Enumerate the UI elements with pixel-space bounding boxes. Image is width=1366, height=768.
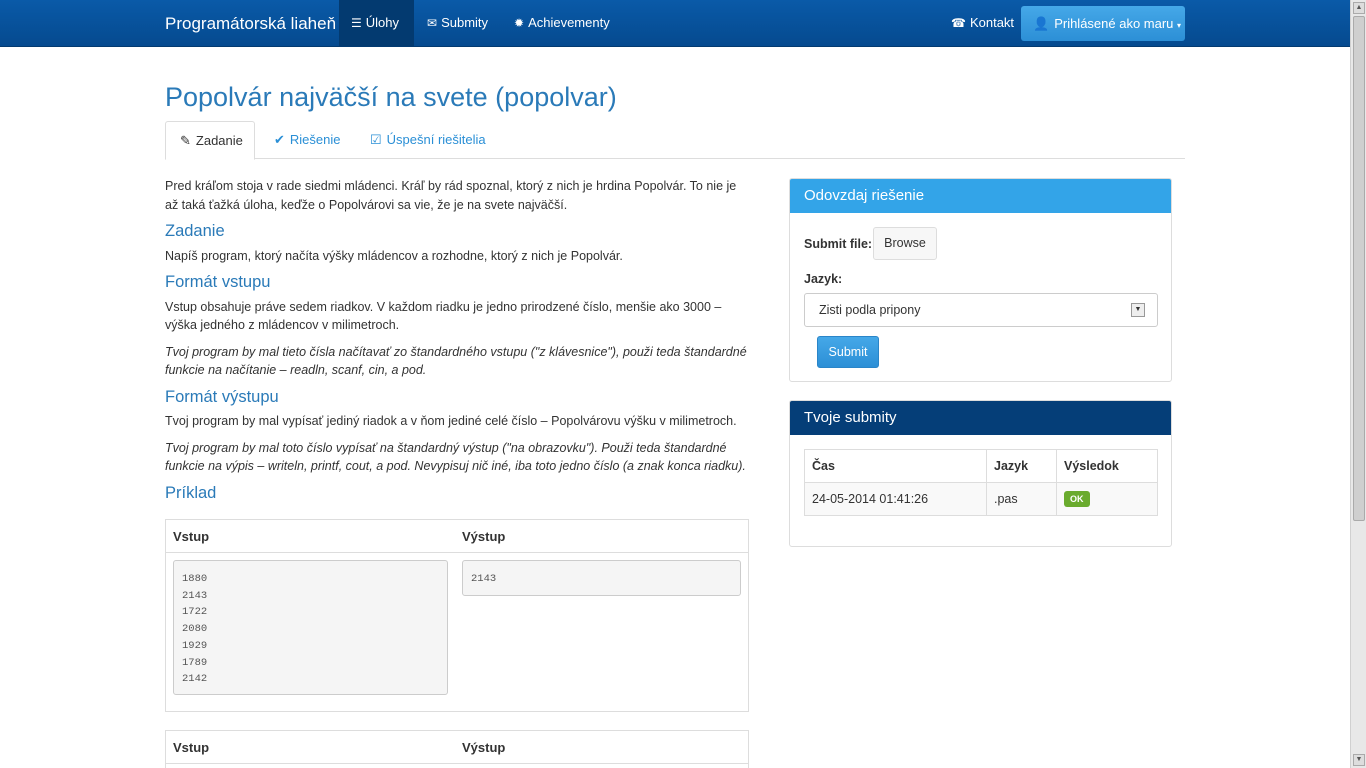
nav-item-achievementy[interactable]: ✹ Achievementy (514, 0, 610, 46)
vstup-text: Vstup obsahuje práve sedem riadkov. V ka… (165, 299, 722, 333)
language-label: Jazyk: (804, 272, 843, 286)
zadanie-text: Napíš program, ktorý načíta výšky mláden… (165, 248, 623, 263)
col-vstup: Vstup (173, 740, 210, 755)
scroll-down-arrow-icon[interactable]: ▼ (1353, 754, 1365, 766)
submissions-table: Čas Jazyk Výsledok 24-05-2014 01:41:26 .… (804, 449, 1158, 516)
col-vstup: Vstup (173, 529, 210, 544)
col-vysledok: Výsledok (1056, 449, 1158, 483)
submission-time: 24-05-2014 01:41:26 (804, 482, 987, 516)
example-output: 2143 (462, 560, 741, 596)
scrollbar-thumb[interactable] (1353, 16, 1365, 521)
brand-link[interactable]: Programátorská liaheň (165, 14, 336, 34)
vstup-note: Tvoj program by mal tieto čísla načítava… (165, 344, 747, 378)
example-table-2: Vstup Výstup (165, 730, 749, 768)
submissions-panel: Tvoje submity Čas Jazyk Výsledok 24-05-2… (789, 400, 1172, 547)
check-icon: ✔ (274, 132, 285, 147)
col-cas: Čas (804, 449, 987, 483)
dropdown-arrow-icon: ▼ (1131, 303, 1145, 317)
page-title: Popolvár najväčší na svete (popolvar) (165, 82, 617, 112)
submit-panel-title: Odovzdaj riešenie (790, 179, 1171, 213)
col-jazyk: Jazyk (986, 449, 1057, 483)
table-row[interactable]: 24-05-2014 01:41:26 .pas OK (804, 482, 1158, 516)
example-table-2-header: Vstup Výstup (166, 731, 748, 764)
example-table: Vstup Výstup 1880 2143 1722 2080 1929 17… (165, 519, 749, 712)
heading-format-vstupu: Formát vstupu (165, 273, 271, 291)
pencil-icon: ✎ (180, 133, 191, 148)
checkbox-icon: ☑ (370, 132, 382, 147)
page-scrollbar[interactable]: ▲ ▼ (1350, 0, 1366, 768)
submit-button[interactable]: Submit (817, 336, 879, 368)
browse-button[interactable]: Browse (873, 227, 937, 260)
nav-item-kontakt[interactable]: ☎ Kontakt (951, 0, 1014, 46)
user-menu-button[interactable]: 👤 Prihlásené ako maru ▾ (1021, 6, 1185, 41)
example-table-header: Vstup Výstup (166, 520, 748, 553)
heading-zadanie: Zadanie (165, 222, 225, 240)
task-tabs: ✎ Zadanie ✔ Riešenie ☑ Úspešní riešitelia (165, 121, 1185, 160)
language-select[interactable]: Zisti podla pripony ▼ (804, 293, 1158, 327)
scroll-up-arrow-icon[interactable]: ▲ (1353, 2, 1365, 14)
heading-priklad: Príklad (165, 483, 217, 502)
nav-item-ulohy[interactable]: ☰ Úlohy (339, 0, 414, 46)
envelope-icon: ✉ (427, 16, 438, 30)
tab-zadanie[interactable]: ✎ Zadanie (165, 121, 255, 160)
user-icon: 👤 (1033, 16, 1050, 31)
submission-lang: .pas (986, 482, 1057, 516)
intro-text: Pred kráľom stoja v rade siedmi mládenci… (165, 179, 737, 212)
vystup-text: Tvoj program by mal vypísať jediný riado… (165, 414, 737, 428)
submissions-panel-title: Tvoje submity (790, 401, 1171, 435)
task-description: Pred kráľom stoja v rade siedmi mládenci… (165, 177, 749, 508)
caret-down-icon: ▾ (1177, 21, 1182, 30)
gear-icon: ✹ (514, 16, 525, 30)
top-navbar: Programátorská liaheň ☰ Úlohy ✉ Submity ✹ A… (0, 0, 1350, 47)
col-vystup: Výstup (462, 529, 506, 544)
tab-riesenie[interactable]: ✔ Riešenie (260, 121, 355, 159)
submission-result-cell: OK (1056, 482, 1158, 516)
example-input: 1880 2143 1722 2080 1929 1789 2142 (173, 560, 448, 695)
heading-format-vystupu: Formát výstupu (165, 387, 279, 406)
submit-file-label: Submit file: (804, 237, 873, 251)
vystup-note: Tvoj program by mal toto číslo vypísať n… (165, 440, 746, 474)
tab-uspesni-riesitelia[interactable]: ☑ Úspešní riešitelia (356, 121, 500, 159)
submit-panel: Odovzdaj riešenie Submit file: Browse Ja… (789, 178, 1172, 382)
status-badge: OK (1064, 491, 1090, 507)
nav-item-submity[interactable]: ✉ Submity (427, 0, 488, 46)
col-vystup: Výstup (462, 740, 506, 755)
list-icon: ☰ (351, 16, 362, 30)
phone-icon: ☎ (951, 16, 966, 30)
